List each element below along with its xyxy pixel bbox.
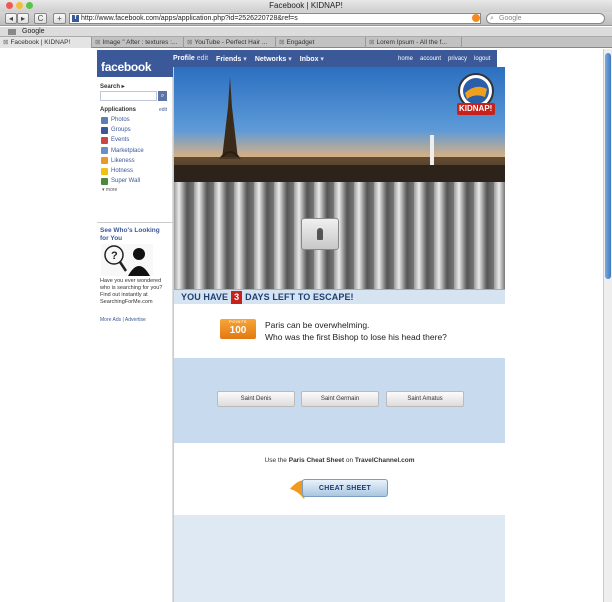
chevron-down-icon[interactable]: ▾ xyxy=(320,56,324,63)
menu-friends[interactable]: Friends ▾ xyxy=(216,55,247,63)
link-logout[interactable]: logout xyxy=(474,56,490,62)
groups-icon xyxy=(101,126,108,134)
link-account[interactable]: account xyxy=(420,56,441,62)
app-item-groups[interactable]: Groups xyxy=(101,125,169,135)
facebook-account-links: home account privacy logout xyxy=(398,50,490,67)
keyhole-icon xyxy=(317,228,323,240)
app-item-hotness[interactable]: Hotness xyxy=(101,166,169,176)
question-area: POINTS 100 Paris can be overwhelming. Wh… xyxy=(174,304,505,358)
sidebar-ad: See Who's Looking for You ? Have you eve… xyxy=(97,222,173,323)
add-bookmark-button[interactable]: + xyxy=(53,13,66,24)
reload-button[interactable]: C xyxy=(34,13,47,24)
search-field[interactable]: ⌕ Google xyxy=(486,13,605,24)
close-tab-icon[interactable]: ⊠ xyxy=(187,37,192,48)
search-label: Search ▸ xyxy=(100,84,125,90)
link-home[interactable]: home xyxy=(398,56,413,62)
window-controls[interactable] xyxy=(6,2,33,9)
marketplace-icon xyxy=(101,147,108,155)
tab-youtube[interactable]: ⊠ YouTube - Perfect Hair ... xyxy=(184,37,276,48)
answer-saint-denis-button[interactable]: Saint Denis xyxy=(217,391,295,407)
zoom-window-button[interactable] xyxy=(26,2,33,9)
answer-saint-germain-button[interactable]: Saint Germain xyxy=(301,391,379,407)
prison-bars xyxy=(174,182,505,289)
app-item-marketplace[interactable]: Marketplace xyxy=(101,146,169,156)
kidnap-logo[interactable]: KIDNAP! xyxy=(455,73,497,119)
back-button[interactable]: ◂ xyxy=(5,13,17,24)
facebook-main-menu: Profile edit Friends ▾ Networks ▾ Inbox … xyxy=(173,50,324,67)
minimize-window-button[interactable] xyxy=(16,2,23,9)
bookmarks-bar: Google xyxy=(0,27,612,37)
ad-title[interactable]: See Who's Looking for You xyxy=(100,227,170,243)
tab-lorem[interactable]: ⊠ Lorem Ipsum - All the f... xyxy=(366,37,462,48)
padlock-icon[interactable] xyxy=(301,218,339,250)
chevron-down-icon[interactable]: ▾ xyxy=(288,56,292,63)
app-footer-area xyxy=(174,515,505,602)
window-title: Facebook | KIDNAP! xyxy=(269,1,343,10)
silhouette-magnifier-icon: ? xyxy=(104,245,150,276)
url-text: http://www.facebook.com/apps/application… xyxy=(81,15,298,22)
chevron-down-icon[interactable]: ▾ xyxy=(243,56,247,63)
app-item-super-wall[interactable]: Super Wall xyxy=(101,176,169,186)
cheat-sheet-area: Use the Paris Cheat Sheet on TravelChann… xyxy=(174,443,505,515)
events-icon xyxy=(101,136,108,144)
close-tab-icon[interactable]: ⊠ xyxy=(369,37,374,48)
close-tab-icon[interactable]: ⊠ xyxy=(3,37,8,48)
link-privacy[interactable]: privacy xyxy=(448,56,467,62)
kidnap-app-canvas: KIDNAP! YOU HAVE 3 DAYS LEFT TO ESCAPE! PO… xyxy=(173,67,505,602)
search-placeholder: Google xyxy=(499,15,522,22)
tab-engadget[interactable]: ⊠ Engadget xyxy=(276,37,366,48)
answer-saint-amatus-button[interactable]: Saint Amatus xyxy=(386,391,464,407)
facebook-search-input[interactable] xyxy=(100,91,157,101)
svg-text:?: ? xyxy=(111,250,118,262)
applications-list: Photos Groups Events Marketplace Likenes… xyxy=(101,115,169,193)
magnifier-icon: ⌕ xyxy=(490,15,494,22)
scrollbar-thumb[interactable] xyxy=(605,53,611,279)
facebook-sidebar: Search ▸ ⌕ Applications edit Photos Grou… xyxy=(97,77,173,602)
favicon-icon: f xyxy=(72,15,79,22)
profile-edit-link[interactable]: edit xyxy=(197,55,208,62)
super-wall-icon xyxy=(101,177,108,185)
applications-edit-link[interactable]: edit xyxy=(159,107,167,113)
url-field[interactable]: f http://www.facebook.com/apps/applicati… xyxy=(69,13,481,24)
menu-networks[interactable]: Networks ▾ xyxy=(255,55,292,63)
answers-area: Saint Denis Saint Germain Saint Amatus xyxy=(174,358,505,443)
bookmark-google[interactable]: Google xyxy=(22,28,45,35)
search-button[interactable]: ⌕ xyxy=(158,91,167,101)
close-tab-icon[interactable]: ⊠ xyxy=(95,37,100,48)
page-scrollbar[interactable] xyxy=(603,49,612,602)
question-text: Paris can be overwhelming. Who was the f… xyxy=(265,320,447,342)
close-tab-icon[interactable]: ⊠ xyxy=(279,37,284,48)
photos-icon xyxy=(101,116,108,124)
close-window-button[interactable] xyxy=(6,2,13,9)
menu-inbox[interactable]: Inbox ▾ xyxy=(300,55,324,63)
points-badge: POINTS 100 xyxy=(220,319,256,339)
applications-heading: Applications xyxy=(100,107,137,113)
app-item-events[interactable]: Events xyxy=(101,135,169,145)
facebook-logo[interactable]: facebook xyxy=(97,50,173,77)
prison-bars-panel xyxy=(174,182,505,289)
app-item-photos[interactable]: Photos xyxy=(101,115,169,125)
browser-toolbar: ◂ ▸ C + f http://www.facebook.com/apps/a… xyxy=(0,12,612,26)
likeness-icon xyxy=(101,157,108,165)
more-apps-link[interactable]: ▾ more xyxy=(101,187,169,193)
ad-text: Have you ever wondered who is searching … xyxy=(100,278,163,305)
days-count: 3 xyxy=(231,291,243,304)
menu-profile[interactable]: Profile edit xyxy=(173,55,208,62)
ad-image[interactable]: ? xyxy=(101,244,153,276)
window-titlebar: Facebook | KIDNAP! xyxy=(0,0,612,12)
tab-bar: ⊠ Facebook | KIDNAP! ⊠ Image " After : tex… xyxy=(0,37,612,48)
ad-links[interactable]: More Ads | Advertise xyxy=(100,317,146,323)
kidnap-logo-text: KIDNAP! xyxy=(459,104,493,113)
cheat-sheet-button[interactable]: CHEAT SHEET xyxy=(288,475,390,499)
hotness-icon xyxy=(101,167,108,175)
rss-icon[interactable] xyxy=(472,14,480,22)
tab-image[interactable]: ⊠ Image " After : textures :... xyxy=(92,37,184,48)
tab-facebook[interactable]: ⊠ Facebook | KIDNAP! xyxy=(0,37,92,48)
cheat-sheet-text: Use the Paris Cheat Sheet on TravelChann… xyxy=(264,457,415,464)
app-item-likeness[interactable]: Likeness xyxy=(101,156,169,166)
days-left-banner: YOU HAVE 3 DAYS LEFT TO ESCAPE! xyxy=(174,289,505,304)
forward-button[interactable]: ▸ xyxy=(17,13,29,24)
bookmarks-book-icon[interactable] xyxy=(8,29,16,35)
